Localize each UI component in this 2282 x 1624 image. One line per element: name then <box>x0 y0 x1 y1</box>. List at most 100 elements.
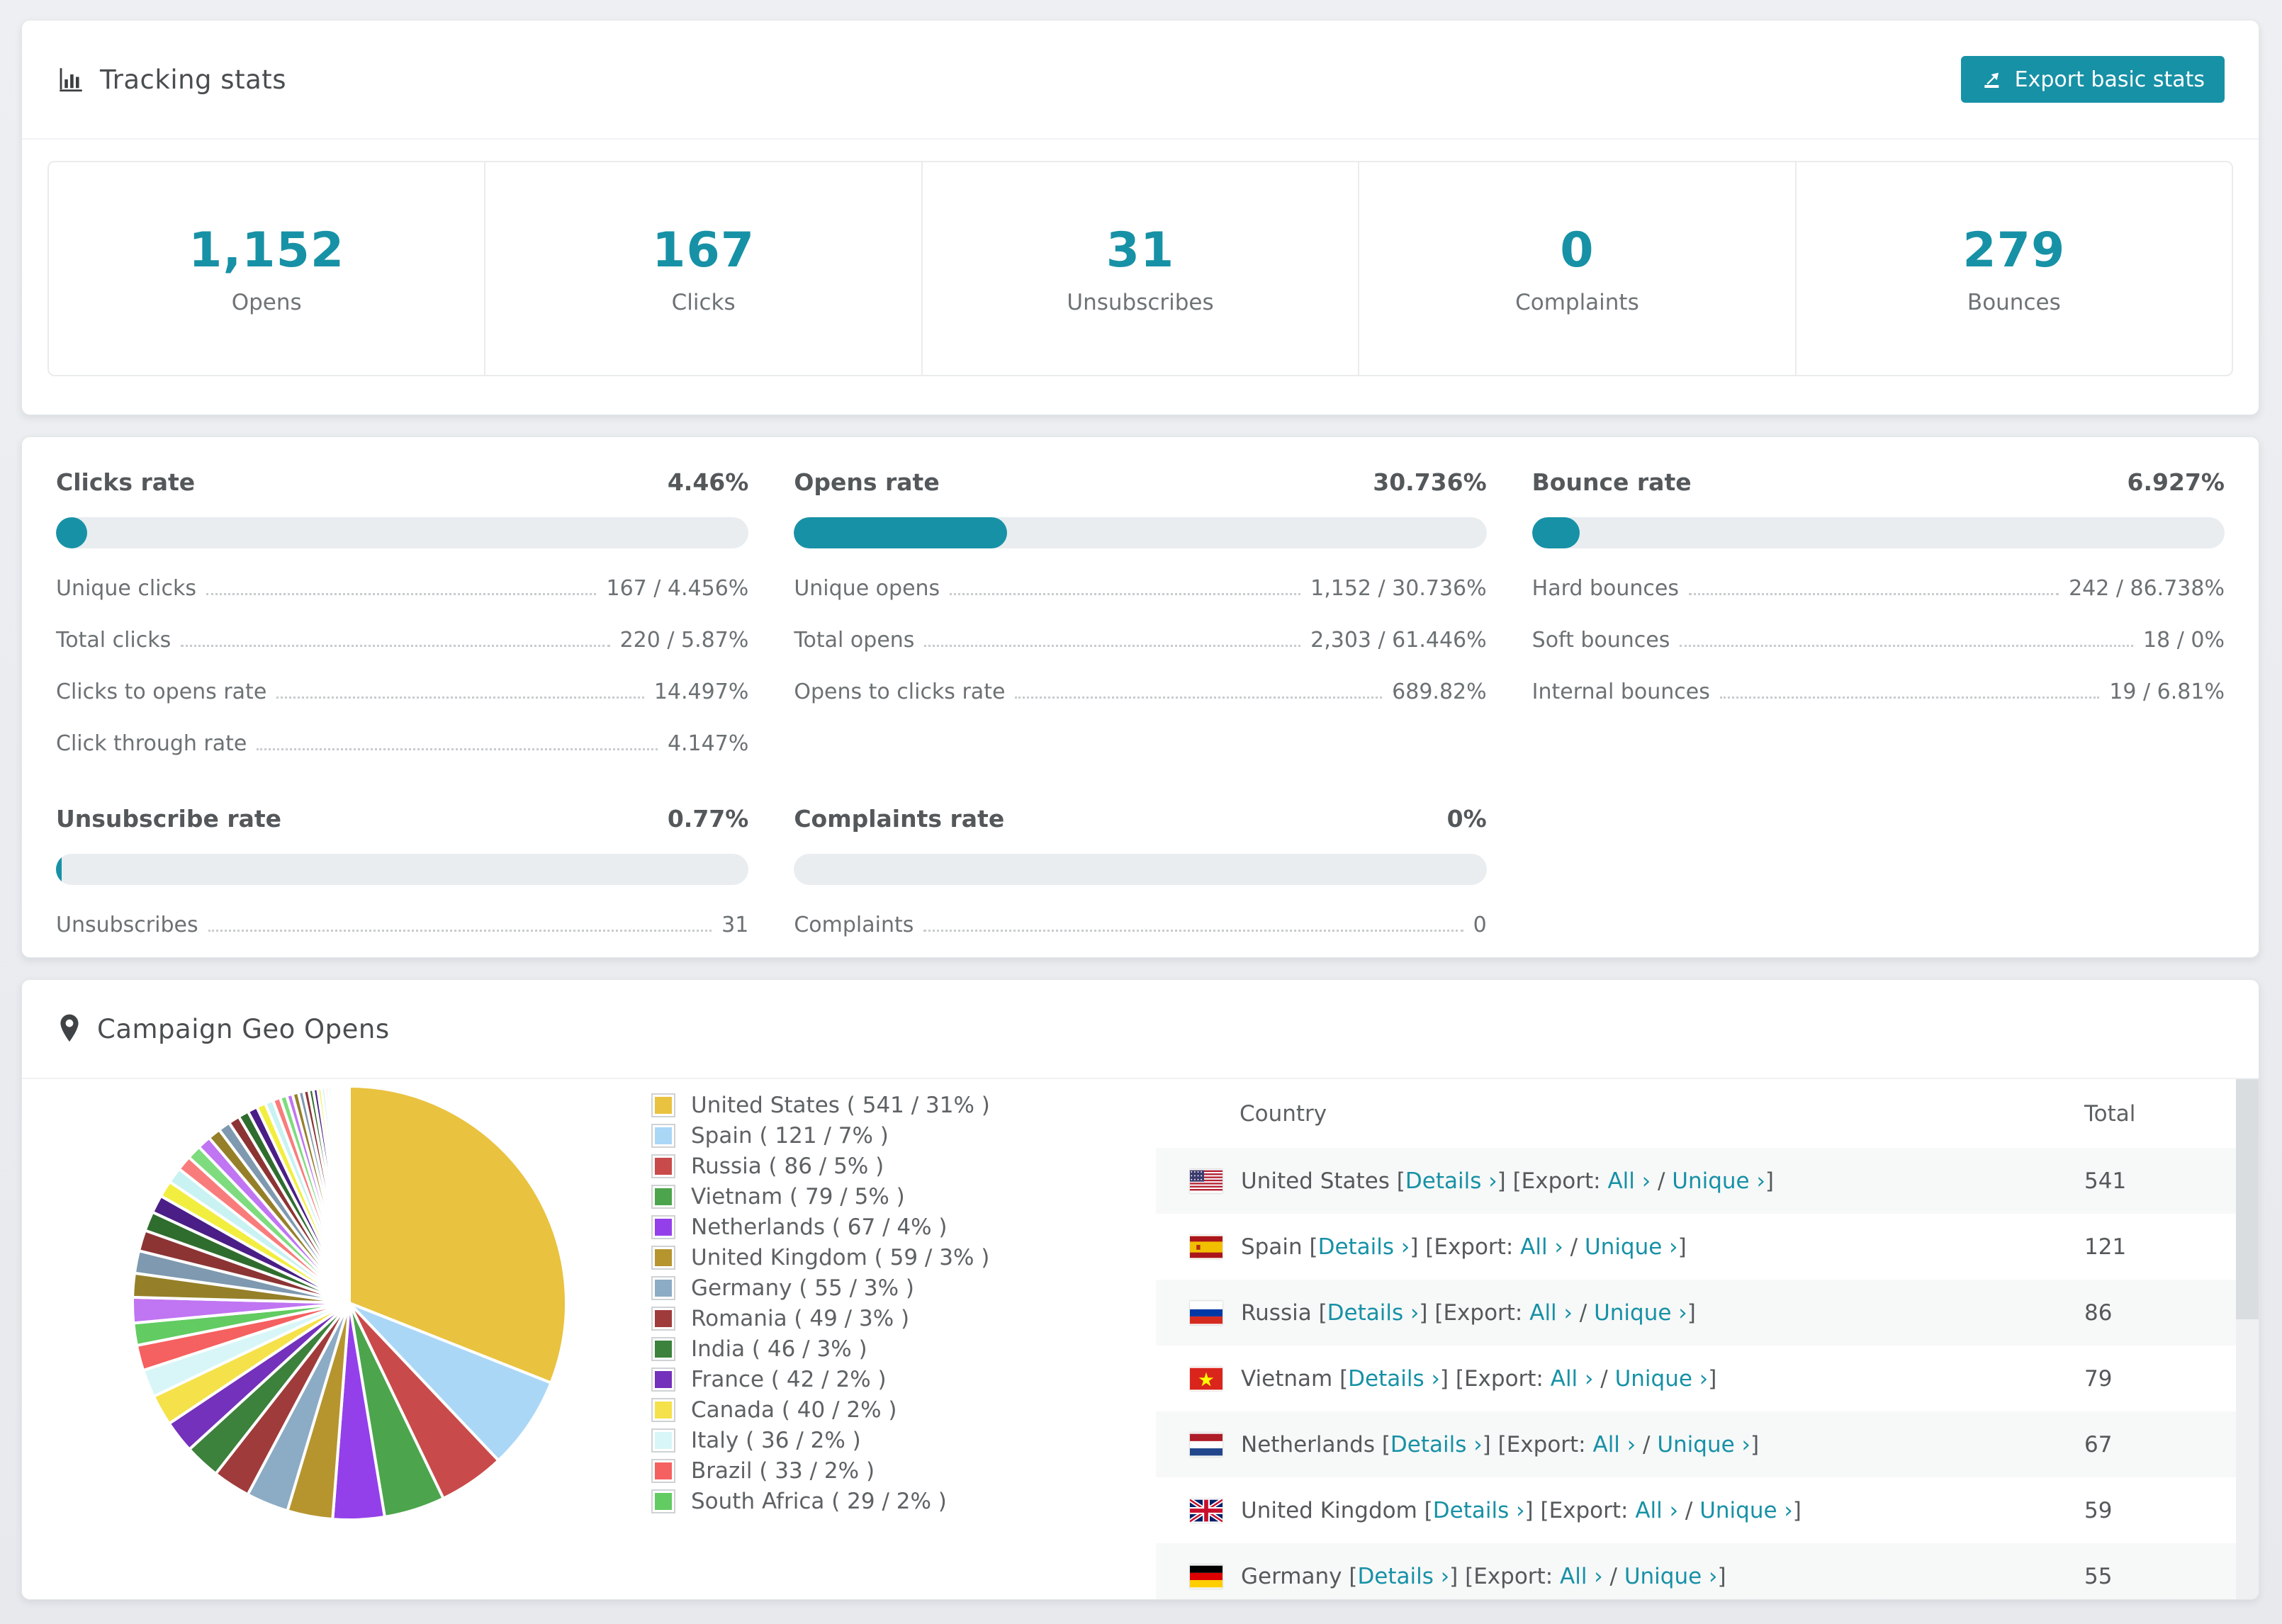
detail-value: 220 / 5.87% <box>619 628 749 653</box>
legend-item-netherlands: Netherlands ( 67 / 4% ) <box>651 1214 990 1240</box>
details-link[interactable]: Details › <box>1318 1234 1410 1260</box>
bracket: ] <box>1750 1431 1760 1457</box>
export-unique-link[interactable]: Unique › <box>1699 1498 1793 1523</box>
legend-label: Russia ( 86 / 5% ) <box>691 1154 884 1179</box>
export-unique-link[interactable]: Unique › <box>1657 1432 1750 1457</box>
rate-head: Opens rate 30.736% <box>794 468 1486 496</box>
details-link[interactable]: Details › <box>1433 1498 1525 1523</box>
details-link[interactable]: Details › <box>1405 1168 1497 1194</box>
bracket: ] <box>1419 1299 1435 1326</box>
country-cell: Spain [Details ›] [Export: All › / Uniqu… <box>1156 1234 2084 1260</box>
legend-label: France ( 42 / 2% ) <box>691 1367 887 1392</box>
dotted-leader <box>924 645 1301 647</box>
details-link[interactable]: Details › <box>1327 1300 1420 1326</box>
rate-progress-track <box>794 517 1487 548</box>
export-basic-stats-button[interactable]: Export basic stats <box>1960 56 2225 103</box>
dotted-leader <box>181 645 610 647</box>
country-cell: United States [Details ›] [Export: All ›… <box>1156 1168 2084 1194</box>
country-name: United Kingdom <box>1241 1497 1417 1523</box>
bracket: [ <box>1374 1431 1390 1457</box>
export-all-link[interactable]: All › <box>1551 1366 1594 1392</box>
rate-section-opens-rate: Opens rate 30.736% Unique opens 1,152 / 30.… <box>794 468 1487 755</box>
detail-value: 31 <box>721 913 749 937</box>
rate-title: Opens rate <box>794 468 940 496</box>
legend-label: Netherlands ( 67 / 4% ) <box>691 1214 948 1240</box>
dotted-leader <box>950 593 1301 595</box>
legend-item-russia: Russia ( 86 / 5% ) <box>651 1154 990 1179</box>
rate-title: Clicks rate <box>56 468 196 496</box>
slash: / <box>1563 1234 1585 1260</box>
stat-value: 0 <box>1560 222 1595 278</box>
export-label: [Export: <box>1455 1365 1551 1392</box>
rate-progress-fill <box>794 517 1007 548</box>
bracket: ] <box>1765 1168 1774 1194</box>
rate-head: Complaints rate 0% <box>794 805 1486 833</box>
stat-label: Bounces <box>1967 289 2061 315</box>
detail-label: Unique clicks <box>56 576 197 601</box>
table-row-united-kingdom: United Kingdom [Details ›] [Export: All … <box>1156 1477 2237 1543</box>
dotted-leader <box>208 930 712 932</box>
legend-swatch <box>651 1307 675 1331</box>
export-all-link[interactable]: All › <box>1635 1498 1678 1523</box>
legend-swatch <box>651 1215 675 1239</box>
rate-detail-row: Unique opens 1,152 / 30.736% <box>794 577 1486 600</box>
detail-value: 4.147% <box>667 731 749 756</box>
export-all-link[interactable]: All › <box>1592 1432 1636 1457</box>
rate-detail-row: Clicks to opens rate 14.497% <box>56 680 748 704</box>
table-row-netherlands: Netherlands [Details ›] [Export: All › /… <box>1156 1411 2237 1477</box>
country-cell: United Kingdom [Details ›] [Export: All … <box>1156 1498 2084 1523</box>
rate-detail-row: Total clicks 220 / 5.87% <box>56 628 748 652</box>
nl-flag-icon <box>1190 1433 1222 1457</box>
legend-label: Romania ( 49 / 3% ) <box>691 1306 910 1331</box>
table-scrollbar-thumb[interactable] <box>2236 1079 2259 1319</box>
export-all-link[interactable]: All › <box>1607 1168 1651 1194</box>
legend-label: Vietnam ( 79 / 5% ) <box>691 1184 905 1209</box>
detail-label: Unsubscribes <box>56 913 198 937</box>
total-cell: 121 <box>2084 1234 2127 1260</box>
stat-value: 31 <box>1106 222 1175 278</box>
export-all-link[interactable]: All › <box>1520 1234 1563 1260</box>
summary-stats-row: 1,152 Opens 167 Clicks 31 Unsubscribes 0 Compla… <box>47 161 2233 376</box>
legend-item-vietnam: Vietnam ( 79 / 5% ) <box>651 1184 990 1209</box>
detail-label: Clicks to opens rate <box>56 680 267 704</box>
detail-label: Click through rate <box>56 731 247 756</box>
rate-section-bounce-rate: Bounce rate 6.927% Hard bounces 242 / 86.73… <box>1531 468 2225 755</box>
rate-detail-row: Soft bounces 18 / 0% <box>1532 628 2225 652</box>
dotted-leader <box>1015 697 1383 699</box>
export-unique-link[interactable]: Unique › <box>1672 1168 1765 1194</box>
legend-item-united-states: United States ( 541 / 31% ) <box>651 1093 990 1118</box>
dotted-leader <box>206 593 597 595</box>
country-column-header: Country <box>1240 1100 1327 1127</box>
export-unique-link[interactable]: Unique › <box>1594 1300 1687 1326</box>
rates-grid: Clicks rate 4.46% Unique clicks 167 / 4.456… <box>56 468 2225 937</box>
export-unique-link[interactable]: Unique › <box>1585 1234 1678 1260</box>
stat-box-opens: 1,152 Opens <box>49 162 486 375</box>
details-link[interactable]: Details › <box>1348 1366 1440 1392</box>
geo-pie-chart <box>121 1075 578 1531</box>
details-link[interactable]: Details › <box>1390 1432 1483 1457</box>
ru-flag-icon <box>1190 1301 1222 1325</box>
dotted-leader <box>1689 593 2059 595</box>
rate-detail-row: Unsubscribes 31 <box>56 913 748 937</box>
rate-detail-row: Opens to clicks rate 689.82% <box>794 680 1486 704</box>
slash: / <box>1678 1497 1700 1523</box>
tracking-stats-title: Tracking stats <box>100 64 287 95</box>
table-scrollbar[interactable] <box>2236 1079 2259 1599</box>
slash: / <box>1602 1563 1624 1589</box>
legend-swatch <box>651 1093 675 1117</box>
legend-item-italy: Italy ( 36 / 2% ) <box>651 1428 990 1453</box>
country-cell: Vietnam [Details ›] [Export: All › / Uni… <box>1156 1366 2084 1392</box>
country-name: Spain <box>1241 1234 1303 1260</box>
rate-value: 0% <box>1446 805 1487 833</box>
export-all-link[interactable]: All › <box>1560 1564 1603 1589</box>
export-unique-link[interactable]: Unique › <box>1615 1366 1709 1392</box>
dotted-leader <box>923 930 1463 932</box>
rate-progress-track <box>794 854 1487 885</box>
export-all-link[interactable]: All › <box>1529 1300 1573 1326</box>
export-unique-link[interactable]: Unique › <box>1624 1564 1718 1589</box>
rate-progress-fill <box>56 854 62 885</box>
legend-label: South Africa ( 29 / 2% ) <box>691 1489 947 1514</box>
details-link[interactable]: Details › <box>1357 1564 1449 1589</box>
geo-title: Campaign Geo Opens <box>97 1013 390 1044</box>
export-label: [Export: <box>1540 1497 1636 1523</box>
